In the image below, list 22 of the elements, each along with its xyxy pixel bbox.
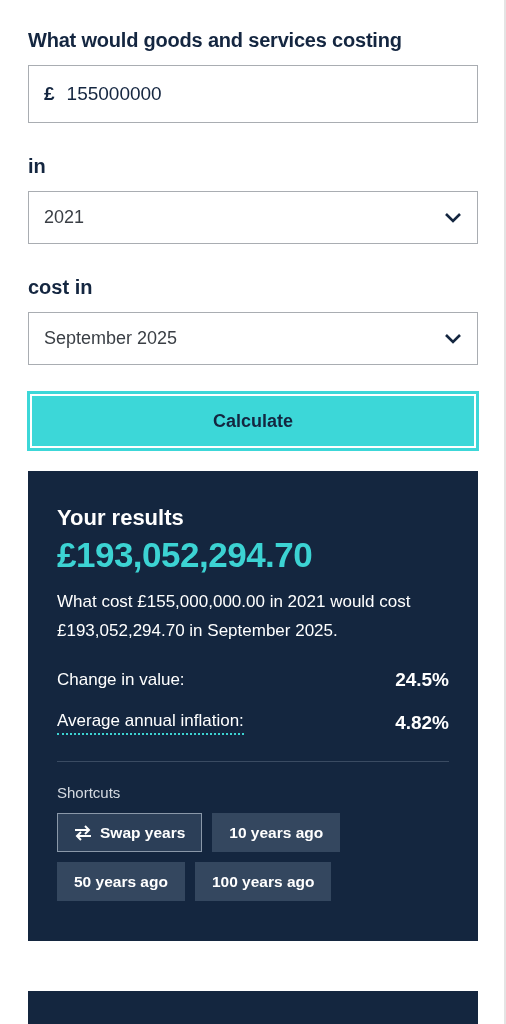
field-label: in <box>28 155 47 178</box>
stat-label-link[interactable]: Average annual inflation: <box>57 711 244 735</box>
swap-years-button[interactable]: Swap years <box>57 813 203 852</box>
swap-arrows-icon <box>74 824 92 841</box>
year-dropdown[interactable]: 2021 <box>28 191 478 244</box>
result-amount: £193,052,294.70 <box>57 535 314 575</box>
date-dropdown[interactable]: September 2025 <box>28 312 478 365</box>
stat-value: 4.82% <box>395 712 449 734</box>
stat-value: 24.5% <box>395 669 449 691</box>
chevron-down-icon <box>444 332 462 345</box>
result-summary: What cost £155,000,000.00 in 2021 would cost £193,052,294.70 in September 2025. <box>57 591 412 642</box>
shortcut-button[interactable]: 100 years ago <box>194 862 332 901</box>
chevron-down-icon <box>444 211 462 224</box>
stat-label: Change in value: <box>57 670 185 690</box>
shortcut-button[interactable]: 50 years ago <box>57 862 185 901</box>
shortcut-button[interactable]: 10 years ago <box>212 813 341 852</box>
shortcuts-label: Shortcuts <box>57 784 122 801</box>
results-title: Your results <box>57 505 185 531</box>
calculate-button[interactable]: Calculate <box>27 391 479 451</box>
field-label: What would goods and services costing <box>28 29 403 52</box>
amount-field[interactable]: £ 155000000 <box>28 65 478 123</box>
field-label: cost in <box>28 276 94 299</box>
